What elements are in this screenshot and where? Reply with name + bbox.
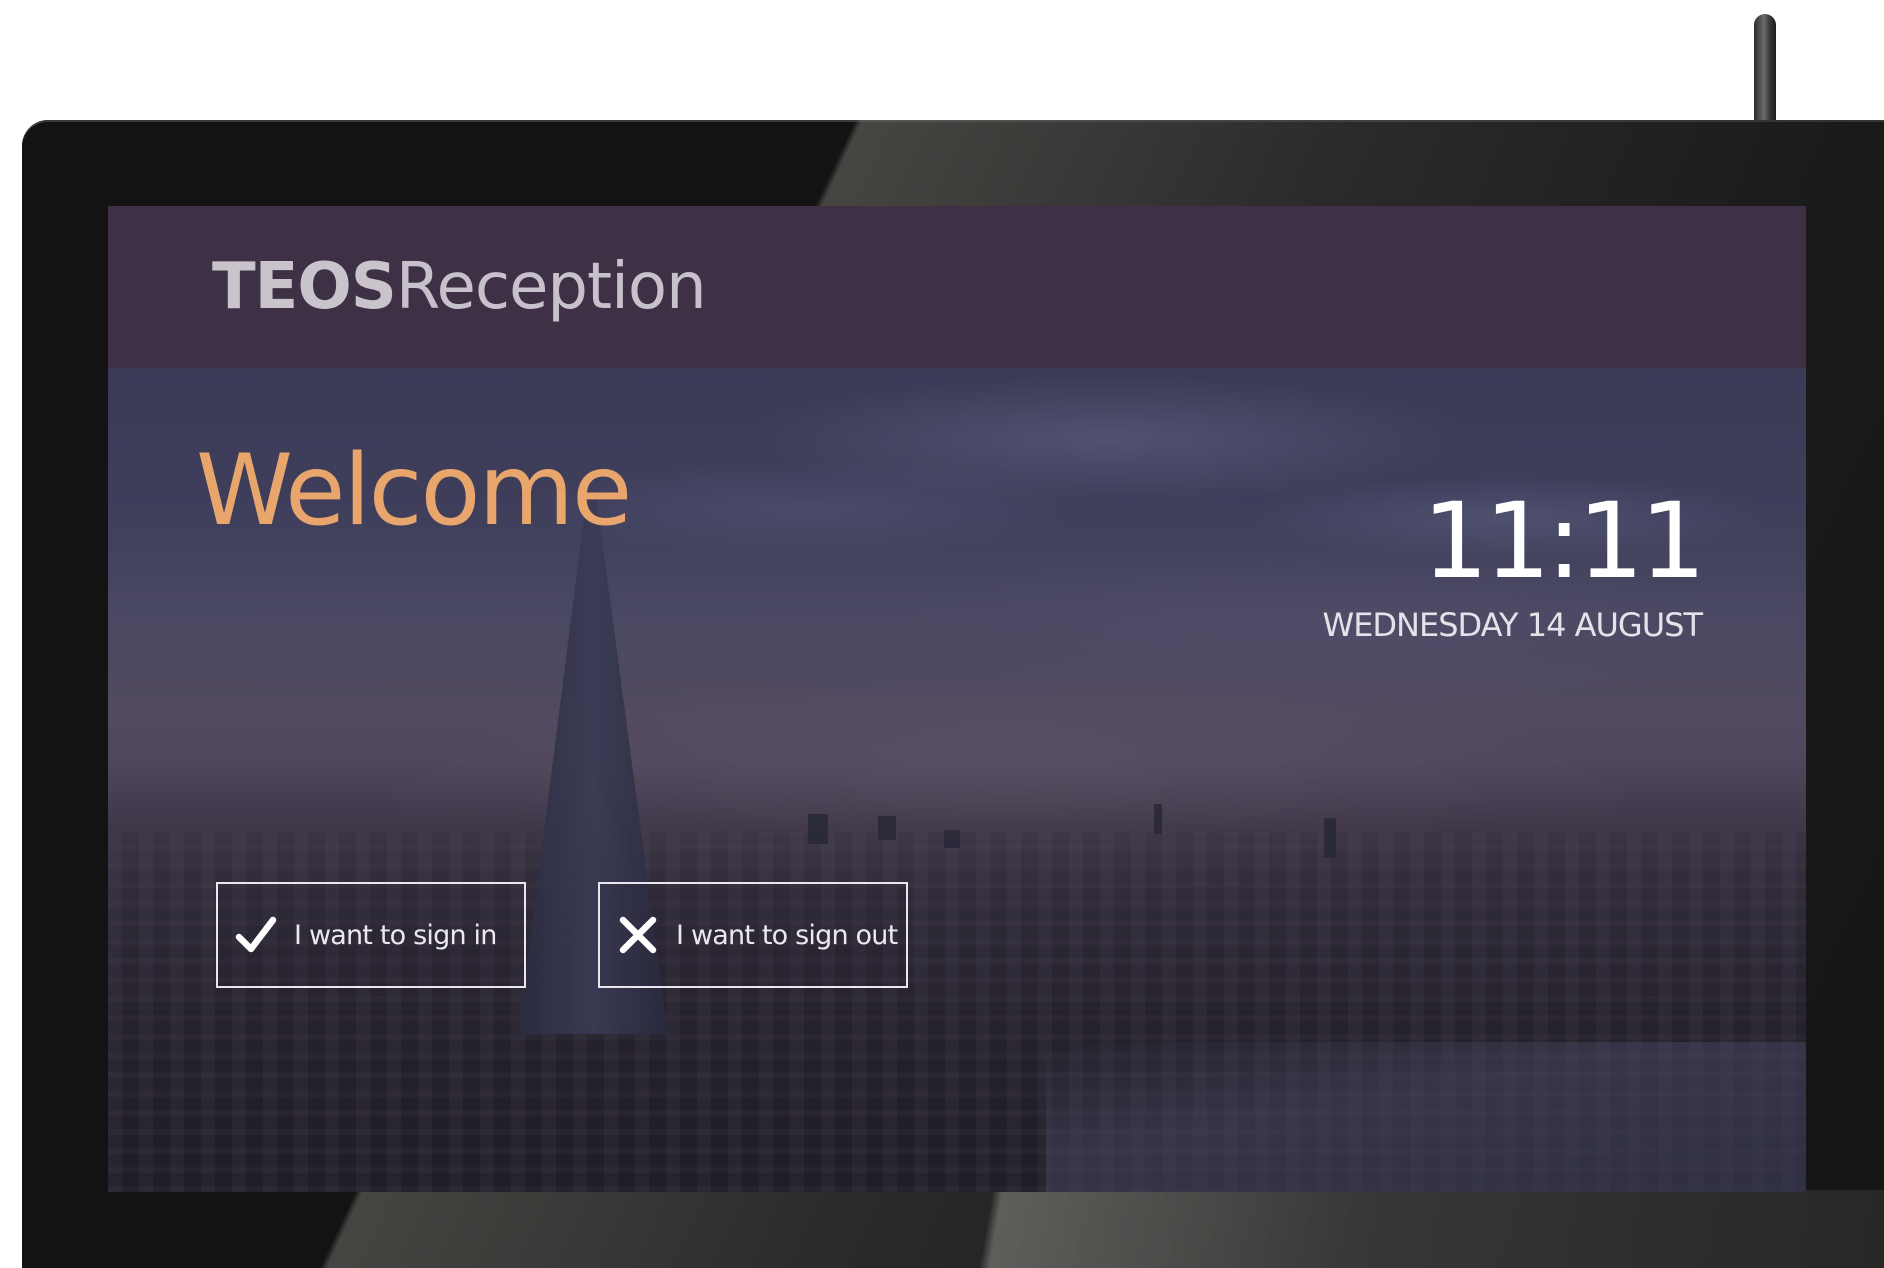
app-logo: TEOSReception xyxy=(212,250,707,324)
welcome-heading: Welcome xyxy=(196,434,632,548)
tower-silhouette xyxy=(1154,804,1162,834)
clock-date: WEDNESDAY 14 AUGUST xyxy=(1322,606,1703,644)
checkmark-icon xyxy=(232,911,280,959)
tower-silhouette xyxy=(808,814,828,844)
tower-silhouette xyxy=(878,816,896,840)
antenna xyxy=(1754,14,1776,126)
tower-silhouette xyxy=(944,830,960,848)
kiosk-screen: TEOSReception Welcome 11:11 WEDNESDAY 14… xyxy=(108,206,1806,1192)
close-icon xyxy=(614,911,662,959)
tower-silhouette xyxy=(1324,818,1336,858)
sign-out-button[interactable]: I want to sign out xyxy=(598,882,908,988)
clock-time: 11:11 xyxy=(1422,480,1706,602)
bezel-reflection-bottom xyxy=(962,1190,1884,1268)
sign-in-button[interactable]: I want to sign in xyxy=(216,882,526,988)
logo-brand-light: Reception xyxy=(395,250,707,324)
river xyxy=(1046,1042,1806,1192)
sign-out-label: I want to sign out xyxy=(676,919,898,951)
background-cityscape: Welcome 11:11 WEDNESDAY 14 AUGUST I want… xyxy=(108,368,1806,1192)
sign-in-label: I want to sign in xyxy=(294,919,497,951)
logo-brand-bold: TEOS xyxy=(212,250,397,324)
header-bar: TEOSReception xyxy=(108,206,1806,368)
device-photo: TEOSReception Welcome 11:11 WEDNESDAY 14… xyxy=(0,0,1884,1268)
